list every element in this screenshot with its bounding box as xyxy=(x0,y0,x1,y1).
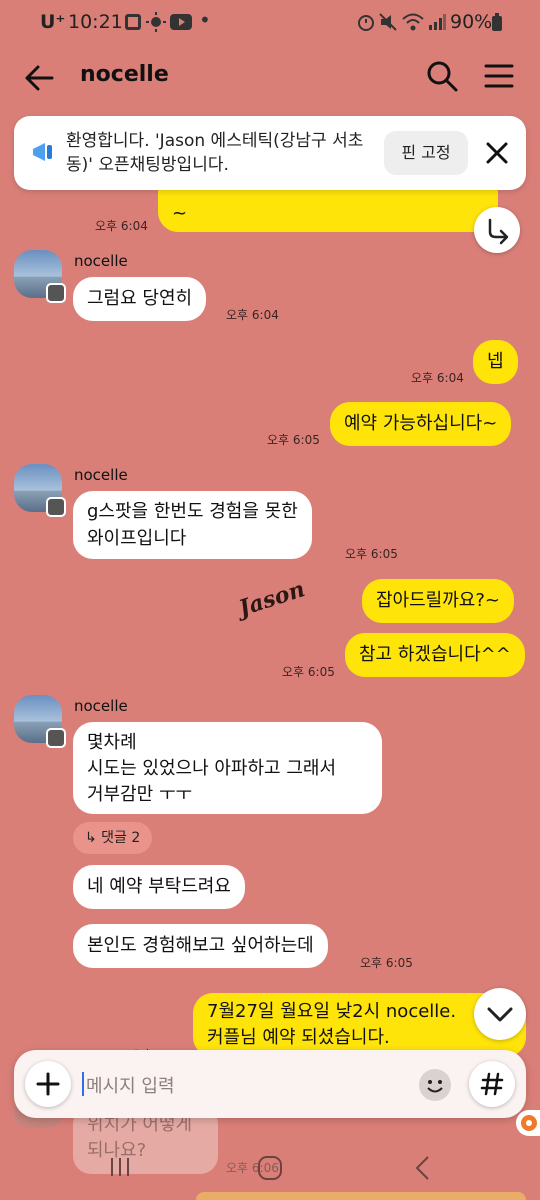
mute-icon xyxy=(379,13,397,31)
chat-bubble-mine[interactable]: 잡아드릴까요?~ xyxy=(362,579,514,623)
message-composer: 메시지 입력 xyxy=(14,1050,526,1118)
message-text: 네 예약 부탁드려요 xyxy=(87,876,231,897)
sun-icon xyxy=(146,12,166,32)
floating-widget[interactable] xyxy=(516,1110,540,1136)
youtube-icon xyxy=(170,14,192,30)
hashtag-button[interactable] xyxy=(469,1061,515,1107)
notice-banner[interactable]: 환영합니다. 'Jason 에스테틱(강남구 서초동)' 오픈채팅방입니다. 핀… xyxy=(14,116,526,190)
message-text: 넵 xyxy=(487,351,504,372)
message-line: 와이프입니다 xyxy=(87,528,187,549)
menu-icon[interactable] xyxy=(482,59,516,93)
message-time: 오후 6:05 xyxy=(360,956,413,970)
chat-bubble-mine xyxy=(196,1192,526,1200)
chat-bubble-mine[interactable]: 예약 가능하십니다~ xyxy=(330,402,512,446)
message-line: 되나요? xyxy=(87,1140,147,1161)
scroll-down-button[interactable] xyxy=(474,988,526,1040)
sender-name: nocelle xyxy=(74,697,128,715)
chat-bubble-other[interactable]: 본인도 경험해보고 싶어하는데 xyxy=(73,924,328,968)
message-line: 7월27일 월요일 낮2시 nocelle. xyxy=(207,1001,457,1022)
chat-bubble-mine[interactable]: 참고 하겠습니다^^ xyxy=(345,633,525,677)
wifi-icon xyxy=(402,13,424,31)
status-bar: U⁺ 10:21 • 90% xyxy=(0,0,540,44)
message-text: ~ xyxy=(172,203,188,224)
jason-signature: Jason xyxy=(235,576,309,622)
text-cursor xyxy=(82,1072,84,1096)
alarm-icon xyxy=(358,15,374,31)
notice-text: 환영합니다. 'Jason 에스테틱(강남구 서초동)' 오픈채팅방입니다. xyxy=(66,131,364,175)
profile-badge-icon xyxy=(46,497,66,517)
message-time: 오후 6:05 xyxy=(345,547,398,561)
hashtag-icon xyxy=(480,1072,504,1096)
profile-badge-icon xyxy=(46,283,66,303)
reply-arrow-icon xyxy=(488,218,509,245)
message-line: 거부감만 ㅜㅜ xyxy=(87,784,193,805)
replies-button[interactable]: ↳ 댓글 2 xyxy=(73,822,153,854)
megaphone-icon xyxy=(33,143,52,161)
message-time: 오후 6:05 xyxy=(282,665,335,679)
chat-bubble-mine[interactable]: 넵 xyxy=(473,340,518,384)
signal-icon xyxy=(429,14,446,30)
orange-app-icon xyxy=(521,1115,537,1131)
home-icon[interactable] xyxy=(257,1155,283,1181)
profile-badge-icon xyxy=(46,728,66,748)
message-text: 본인도 경험해보고 싶어하는데 xyxy=(87,935,314,956)
chat-bubble-other[interactable]: g스팟을 한번도 경험을 못한 와이프입니다 xyxy=(73,491,312,559)
back-arrow-icon[interactable] xyxy=(22,60,58,96)
message-line: 몇차례 xyxy=(87,732,137,753)
chat-bubble-other[interactable]: 그럼요 당연히 xyxy=(73,277,207,321)
plus-icon xyxy=(36,1072,60,1096)
chat-bubble-other[interactable]: 네 예약 부탁드려요 xyxy=(73,865,245,909)
chevron-down-icon xyxy=(487,1007,513,1022)
notification-dot-icon: • xyxy=(199,8,211,32)
nav-back-icon[interactable] xyxy=(412,1155,434,1181)
message-text: 예약 가능하십니다~ xyxy=(344,413,498,434)
close-icon[interactable] xyxy=(484,140,510,166)
search-icon[interactable] xyxy=(425,59,459,93)
chat-title: nocelle xyxy=(80,62,169,87)
message-time: 오후 6:04 xyxy=(226,308,279,322)
gallery-icon xyxy=(125,14,141,30)
message-time: 오후 6:04 xyxy=(95,219,148,233)
sender-name: nocelle xyxy=(74,466,128,484)
battery-icon xyxy=(492,13,502,31)
add-button[interactable] xyxy=(25,1061,71,1107)
emoji-icon[interactable] xyxy=(418,1068,452,1102)
carrier-label: U⁺ xyxy=(40,11,66,33)
message-line: 커플님 예약 되셨습니다. xyxy=(207,1027,390,1048)
recent-apps-icon[interactable] xyxy=(108,1155,132,1179)
message-line: g스팟을 한번도 경험을 못한 xyxy=(87,501,298,522)
pin-button[interactable]: 핀 고정 xyxy=(384,131,468,175)
message-text: 그럼요 당연히 xyxy=(87,288,193,309)
chat-bubble-other[interactable]: 몇차례 시도는 있었으나 아파하고 그래서 거부감만 ㅜㅜ xyxy=(73,722,382,814)
battery-percent: 90% xyxy=(450,11,493,33)
message-input[interactable]: 메시지 입력 xyxy=(86,1072,175,1098)
clock: 10:21 xyxy=(68,11,123,33)
message-time: 오후 6:04 xyxy=(411,371,464,385)
sender-name: nocelle xyxy=(74,252,128,270)
message-time: 오후 6:05 xyxy=(267,433,320,447)
message-text: 잡아드릴까요?~ xyxy=(376,590,500,611)
message-line: 시도는 있었으나 아파하고 그래서 xyxy=(87,758,337,779)
share-button[interactable] xyxy=(474,207,520,253)
message-text: 참고 하겠습니다^^ xyxy=(359,644,511,665)
